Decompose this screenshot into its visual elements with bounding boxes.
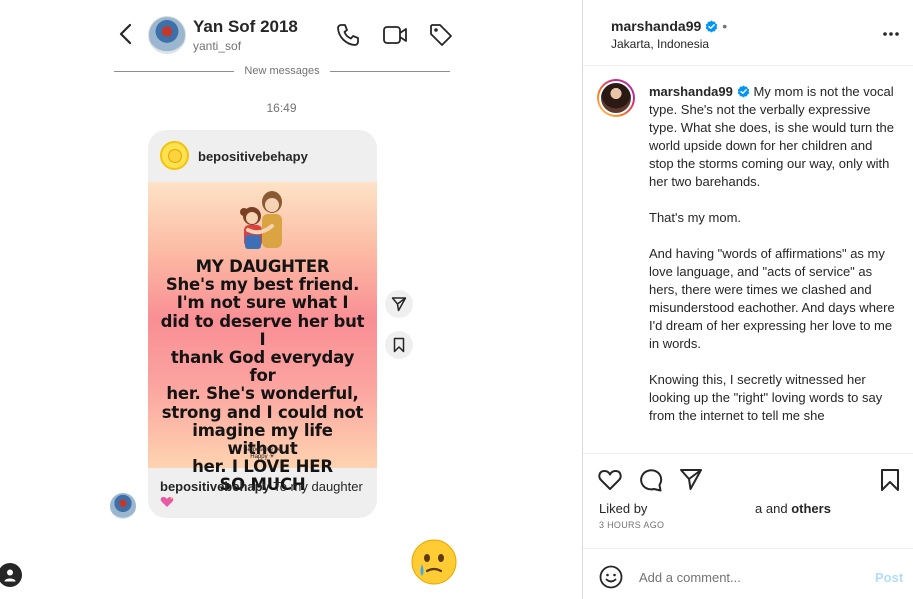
- liked-by-label: Liked by: [599, 501, 648, 516]
- caption-text: My mom is not the vocal type. She's not …: [649, 84, 894, 189]
- app-root: Yan Sof 2018 yanti_sof New messages 16:4…: [0, 0, 913, 599]
- post-header: marshanda99 • Jakarta, Indonesia: [583, 0, 913, 66]
- sparkling-heart-icon: [160, 497, 174, 507]
- divider-line: [330, 71, 450, 72]
- likes-summary: Liked by a and others: [599, 501, 899, 516]
- bookmark-icon: [881, 469, 899, 491]
- share-button[interactable]: [385, 290, 413, 318]
- verified-badge-icon: [737, 85, 750, 98]
- shared-post-image[interactable]: MY DAUGHTER She's my best friend. I'm no…: [148, 182, 377, 494]
- save-post-button[interactable]: [877, 467, 903, 493]
- chat-avatar[interactable]: [148, 16, 186, 54]
- shared-post-header: bepositivebehapy: [148, 130, 377, 182]
- post-comment-button[interactable]: Post: [875, 570, 903, 585]
- caption-paragraph: Knowing this, I secretly witnessed her l…: [649, 372, 883, 423]
- share-post-button[interactable]: [678, 467, 704, 493]
- caption-username[interactable]: marshanda99: [649, 84, 733, 99]
- chat-username: yanti_sof: [193, 39, 242, 53]
- back-arrow-icon[interactable]: [116, 22, 136, 46]
- heart-icon: [598, 470, 622, 490]
- image-signature: Be positive be Happy ☀: [243, 447, 282, 460]
- post-username[interactable]: marshanda99: [611, 18, 701, 34]
- post-time-ago: 3 HOURS AGO: [599, 520, 665, 530]
- verified-badge-icon: [705, 20, 718, 33]
- post-pane: marshanda99 • Jakarta, Indonesia marshand…: [582, 0, 913, 599]
- tag-icon[interactable]: [428, 22, 454, 48]
- liked-by-suffix: a and: [755, 501, 788, 516]
- sender-avatar[interactable]: [110, 493, 136, 519]
- shared-post-username[interactable]: bepositivebehapy: [198, 149, 308, 164]
- post-caption-area[interactable]: marshanda99 My mom is not the vocal type…: [583, 66, 913, 453]
- shared-post-caption: bepositivebehapy To my daughter: [160, 479, 370, 511]
- caption-paragraph: And having "words of affirmations" as my…: [649, 246, 895, 351]
- send-icon: [391, 297, 407, 312]
- person-icon: [4, 569, 16, 582]
- shared-post-card[interactable]: bepositivebehapy MY DAUGHTER She's my be…: [148, 130, 377, 518]
- post-actions: Liked by a and others 3 HOURS AGO: [583, 453, 913, 548]
- caption-paragraph: marshanda99 My mom is not the vocal type…: [649, 83, 895, 191]
- emoji-icon[interactable]: [599, 565, 623, 589]
- direct-message-pane: Yan Sof 2018 yanti_sof New messages 16:4…: [0, 0, 582, 599]
- like-button[interactable]: [597, 467, 623, 493]
- bookmark-icon: [393, 337, 405, 353]
- message-timestamp: 16:49: [266, 101, 297, 115]
- chat-name[interactable]: Yan Sof 2018: [193, 17, 298, 37]
- caption-username[interactable]: bepositivebehapy: [160, 479, 270, 494]
- caption-paragraph: That's my mom.: [649, 210, 742, 225]
- comment-icon: [640, 469, 663, 492]
- comment-button[interactable]: [638, 467, 664, 493]
- post-location[interactable]: Jakarta, Indonesia: [611, 37, 709, 51]
- caption-avatar[interactable]: [597, 79, 635, 117]
- comment-input[interactable]: [639, 563, 859, 591]
- sun-icon: [168, 149, 182, 163]
- separator-dot: •: [722, 18, 728, 34]
- post-caption: marshanda99 My mom is not the vocal type…: [649, 83, 895, 443]
- save-button[interactable]: [385, 331, 413, 359]
- send-icon: [680, 469, 702, 490]
- more-options-icon[interactable]: [881, 24, 901, 44]
- caption-text: To my daughter: [273, 479, 363, 494]
- others-link[interactable]: others: [791, 501, 831, 516]
- comment-bar: Post: [583, 548, 913, 599]
- post-author: marshanda99 •: [611, 18, 727, 34]
- mother-daughter-illustration: [240, 191, 282, 249]
- phone-icon[interactable]: [335, 22, 361, 48]
- shared-post-avatar[interactable]: [160, 141, 189, 170]
- new-messages-divider: New messages: [114, 64, 450, 80]
- holding-back-tears-emoji: [411, 539, 457, 585]
- account-button[interactable]: [0, 563, 22, 587]
- chat-header: Yan Sof 2018 yanti_sof: [0, 0, 582, 64]
- avatar-photo: [599, 81, 633, 115]
- video-call-icon[interactable]: [382, 22, 408, 48]
